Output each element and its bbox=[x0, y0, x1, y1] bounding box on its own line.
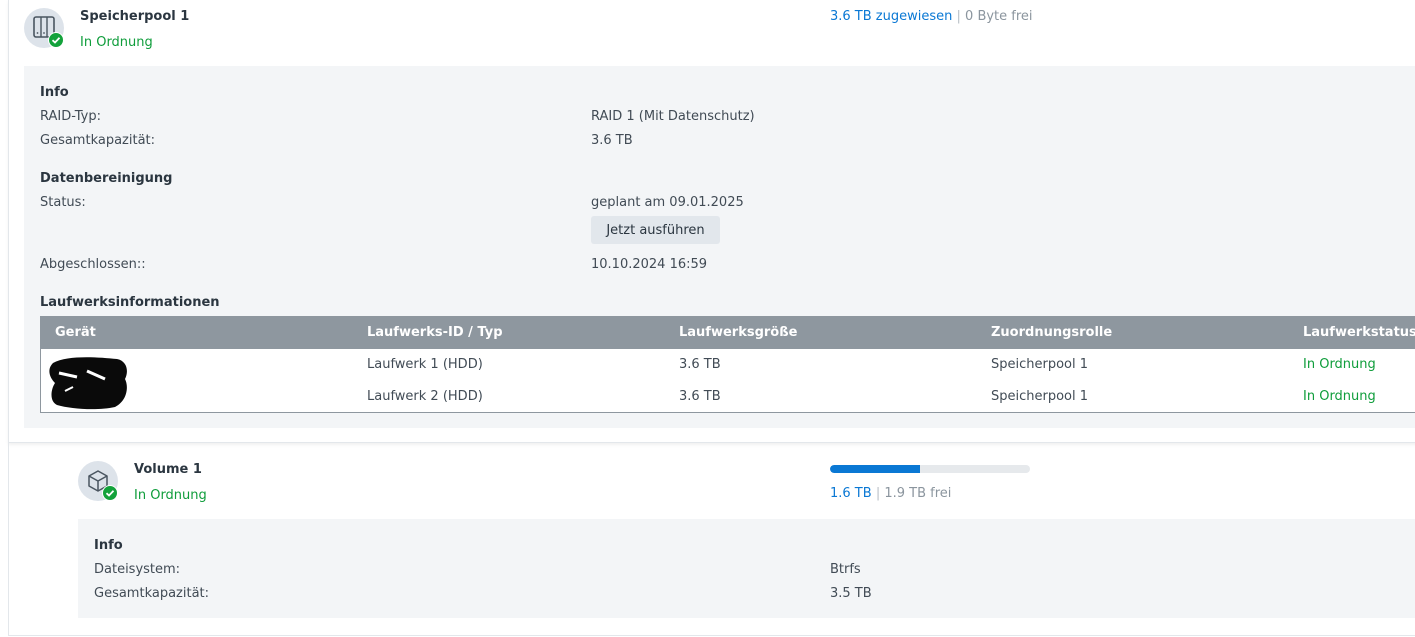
pool-status: In Ordnung bbox=[80, 35, 153, 50]
redacted-device-image bbox=[49, 357, 127, 410]
pool-allocated: 3.6 TB zugewiesen bbox=[830, 9, 953, 24]
scrub-status-value: geplant am 09.01.2025 bbox=[591, 195, 744, 210]
volume-used: 1.6 TB bbox=[830, 486, 872, 501]
raid-type-label: RAID-Typ: bbox=[40, 109, 101, 124]
volume-title: Volume 1 bbox=[134, 462, 202, 477]
drive-info-heading: Laufwerksinformationen bbox=[40, 295, 220, 310]
volume-details-panel bbox=[78, 519, 1415, 618]
drive-size-cell: 3.6 TB bbox=[679, 357, 721, 372]
volume-usage-fill bbox=[830, 465, 920, 473]
pool-usage-separator: | bbox=[956, 9, 961, 24]
scrub-completed-label: Abgeschlossen:: bbox=[40, 257, 146, 272]
volume-capacity-label: Gesamtkapazität: bbox=[94, 586, 210, 601]
drive-size-cell: 3.6 TB bbox=[679, 389, 721, 404]
volume-info-heading: Info bbox=[94, 538, 123, 553]
run-now-button[interactable]: Jetzt ausführen bbox=[591, 216, 720, 244]
check-circle-icon bbox=[48, 32, 64, 48]
volume-usage-separator: | bbox=[875, 486, 881, 501]
col-header-role[interactable]: Zuordnungsrolle bbox=[991, 325, 1112, 340]
check-circle-icon bbox=[102, 485, 118, 501]
volume-status: In Ordnung bbox=[134, 488, 207, 503]
drive-table: Gerät Laufwerks-ID / Typ Laufwerksgröße … bbox=[40, 316, 1415, 413]
filesystem-label: Dateisystem: bbox=[94, 562, 181, 577]
pool-usage-summary: 3.6 TB zugewiesen | 0 Byte frei bbox=[830, 9, 1033, 24]
filesystem-value: Btrfs bbox=[830, 562, 861, 577]
col-header-drive-size[interactable]: Laufwerksgröße bbox=[679, 325, 797, 340]
col-header-device[interactable]: Gerät bbox=[55, 325, 96, 340]
drive-id-cell: Laufwerk 1 (HDD) bbox=[367, 357, 483, 372]
col-header-drive-status[interactable]: Laufwerkstatus bbox=[1303, 325, 1415, 340]
raid-type-value: RAID 1 (Mit Datenschutz) bbox=[591, 109, 755, 124]
pool-free: 0 Byte frei bbox=[965, 9, 1033, 24]
scrub-completed-value: 10.10.2024 16:59 bbox=[591, 257, 708, 272]
drive-table-header: Gerät Laufwerks-ID / Typ Laufwerksgröße … bbox=[41, 317, 1415, 349]
drive-status-cell: In Ordnung bbox=[1303, 389, 1376, 404]
pool-title: Speicherpool 1 bbox=[80, 9, 190, 24]
drive-status-cell: In Ordnung bbox=[1303, 357, 1376, 372]
drive-role-cell: Speicherpool 1 bbox=[991, 357, 1089, 372]
volume-free: 1.9 TB frei bbox=[884, 486, 952, 501]
volume-usage-summary: 1.6 TB | 1.9 TB frei bbox=[830, 486, 951, 501]
volume-capacity-value: 3.5 TB bbox=[830, 586, 872, 601]
drive-role-cell: Speicherpool 1 bbox=[991, 389, 1089, 404]
col-header-drive-id[interactable]: Laufwerks-ID / Typ bbox=[367, 325, 503, 340]
scrub-heading: Datenbereinigung bbox=[40, 171, 173, 186]
drive-id-cell: Laufwerk 2 (HDD) bbox=[367, 389, 483, 404]
pool-info-heading: Info bbox=[40, 85, 69, 100]
pool-capacity-value: 3.6 TB bbox=[591, 133, 633, 148]
scrub-status-label: Status: bbox=[40, 195, 86, 210]
volume-usage-bar bbox=[830, 465, 1030, 473]
pool-capacity-label: Gesamtkapazität: bbox=[40, 133, 156, 148]
